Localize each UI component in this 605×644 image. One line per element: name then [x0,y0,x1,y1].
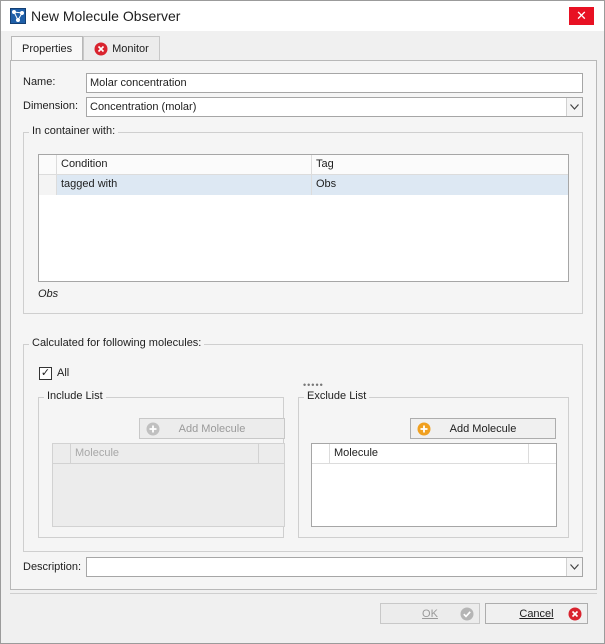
name-label: Name: [23,76,56,88]
dimension-dropdown[interactable]: Concentration (molar) [86,97,583,117]
cancel-button-label: Cancel [519,607,554,620]
include-add-molecule-label: Add Molecule [178,422,246,435]
dialog-window: New Molecule Observer ✕ Properties Monit… [0,0,605,644]
exclude-add-molecule-button[interactable]: Add Molecule [410,418,556,439]
properties-page: Name: Molar concentration Dimension: Con… [10,60,597,590]
chevron-down-icon [570,564,579,570]
all-checkbox[interactable]: ✓ [39,367,52,380]
exclude-add-molecule-label: Add Molecule [449,422,517,435]
add-circle-icon [146,422,160,436]
error-circle-icon [94,42,108,55]
exclude-column-action [529,444,556,464]
molecule-app-icon [10,8,26,24]
dimension-dropdown-button[interactable] [566,98,582,116]
table-row[interactable]: tagged with Obs [39,175,568,195]
include-column-action [259,444,284,464]
include-grid-header: Molecule [53,444,284,464]
container-group-caption: In container with: [29,125,119,137]
include-molecule-grid[interactable]: Molecule [52,443,285,527]
dimension-value: Concentration (molar) [90,101,197,113]
exclude-grid-header: Molecule [312,444,556,464]
description-dropdown-button[interactable] [566,558,582,576]
cancel-circle-icon [568,607,582,621]
tab-properties[interactable]: Properties [11,36,84,61]
container-conditions-grid[interactable]: Condition Tag tagged with Obs [38,154,569,282]
footer-separator [10,593,597,594]
ok-button-label: OK [422,607,438,620]
row-indicator-header [53,444,71,464]
row-indicator [39,175,57,195]
include-list-group: Include List Add Molecule Molecule [38,390,285,538]
window-title: New Molecule Observer [31,8,181,24]
cancel-button[interactable]: Cancel [485,603,588,624]
molecules-group-caption: Calculated for following molecules: [29,337,205,349]
include-column-molecule[interactable]: Molecule [71,444,259,464]
exclude-list-group: Exclude List Add Molecule Molecule [298,390,569,538]
exclude-molecule-grid[interactable]: Molecule [311,443,557,527]
exclude-list-caption: Exclude List [304,390,370,402]
molecules-group: Calculated for following molecules: ✓ Al… [23,337,583,552]
column-header-condition[interactable]: Condition [57,155,312,175]
title-bar: New Molecule Observer ✕ [1,1,604,31]
description-input[interactable] [86,557,583,577]
row-indicator-header [312,444,330,464]
exclude-column-molecule[interactable]: Molecule [330,444,529,464]
cell-tag[interactable]: Obs [312,175,568,195]
row-indicator-header [39,155,57,175]
close-icon: ✕ [576,8,587,23]
include-add-molecule-button[interactable]: Add Molecule [139,418,285,439]
window-close-button[interactable]: ✕ [569,7,594,25]
cell-condition[interactable]: tagged with [57,175,312,195]
ok-button[interactable]: OK [380,603,480,624]
name-input[interactable]: Molar concentration [86,73,583,93]
add-circle-icon [417,422,431,436]
check-circle-icon [460,607,474,621]
container-group: In container with: Condition Tag tagged … [23,125,583,314]
column-header-tag[interactable]: Tag [312,155,568,175]
dimension-label: Dimension: [23,100,79,112]
tab-properties-label: Properties [22,43,73,55]
name-input-value: Molar concentration [90,77,187,89]
container-summary: Obs [38,288,59,300]
tab-monitor-label: Monitor [112,42,149,55]
tab-monitor[interactable]: Monitor [83,36,160,60]
all-checkbox-label: All [57,367,70,379]
grid-header-row: Condition Tag [39,155,568,175]
chevron-down-icon [570,104,579,110]
description-label: Description: [23,561,82,573]
include-list-caption: Include List [44,390,106,402]
tab-strip: Properties Monitor [11,36,160,61]
